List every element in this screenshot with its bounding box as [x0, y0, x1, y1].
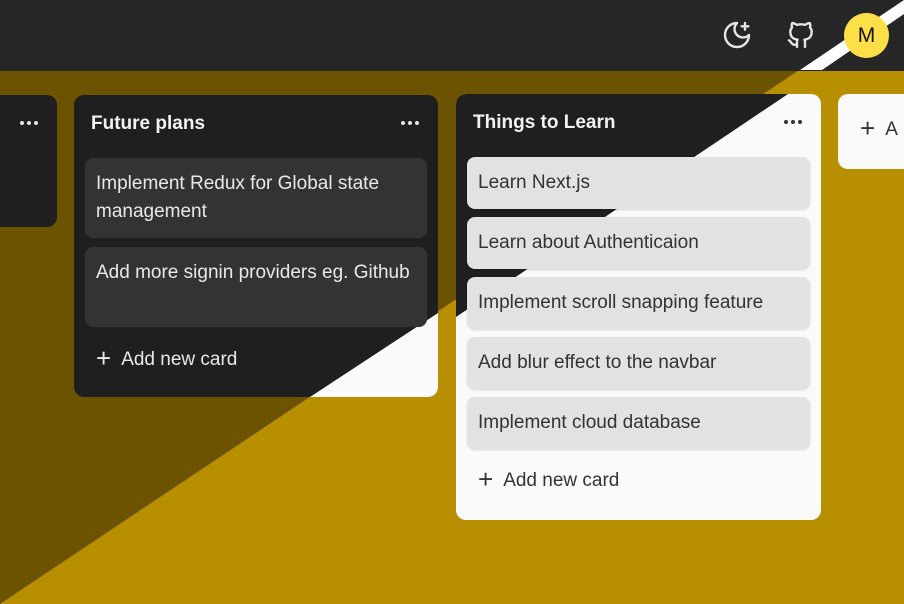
- theme-toggle-button[interactable]: [720, 18, 754, 52]
- navbar: [0, 0, 904, 71]
- add-list-button[interactable]: + A: [838, 94, 904, 169]
- card[interactable]: Learn about Authenticaion: [467, 217, 810, 269]
- ellipsis-icon: [20, 121, 38, 125]
- add-card-label: Add new card: [503, 469, 620, 491]
- add-card-button[interactable]: + Add new card: [96, 343, 238, 373]
- card[interactable]: Add more signin providers eg. Github: [85, 247, 427, 327]
- avatar[interactable]: M: [844, 13, 889, 58]
- column-menu-button[interactable]: [15, 111, 43, 135]
- plus-icon: +: [478, 464, 494, 494]
- ellipsis-icon: [784, 120, 802, 124]
- card[interactable]: Learn Next.js: [467, 157, 810, 209]
- column-title: Future plans: [91, 113, 206, 134]
- plus-icon: +: [860, 113, 876, 143]
- card[interactable]: Implement cloud database: [467, 397, 810, 449]
- column-menu-button[interactable]: [396, 111, 424, 135]
- moon-plus-icon: [723, 21, 751, 49]
- column-things-to-learn: Things to Learn Learn Next.js Learn abou…: [456, 94, 821, 520]
- github-icon: [787, 21, 813, 49]
- add-list-label: A: [885, 118, 898, 140]
- card[interactable]: Add blur effect to the navbar: [467, 337, 810, 389]
- plus-icon: +: [96, 343, 112, 373]
- card[interactable]: Implement Redux for Global state managem…: [85, 158, 427, 238]
- ellipsis-icon: [401, 121, 419, 125]
- column-partial-left: [0, 95, 57, 227]
- column-menu-button[interactable]: [779, 110, 807, 134]
- column-future-plans: Future plans Implement Redux for Global …: [74, 95, 438, 397]
- avatar-initial: M: [857, 23, 876, 47]
- add-list-content: + A: [860, 113, 898, 143]
- add-card-label: Add new card: [121, 348, 238, 370]
- add-card-button[interactable]: + Add new card: [478, 464, 620, 494]
- card[interactable]: Implement scroll snapping feature: [467, 277, 810, 329]
- column-title: Things to Learn: [473, 112, 616, 133]
- github-link[interactable]: [784, 18, 818, 52]
